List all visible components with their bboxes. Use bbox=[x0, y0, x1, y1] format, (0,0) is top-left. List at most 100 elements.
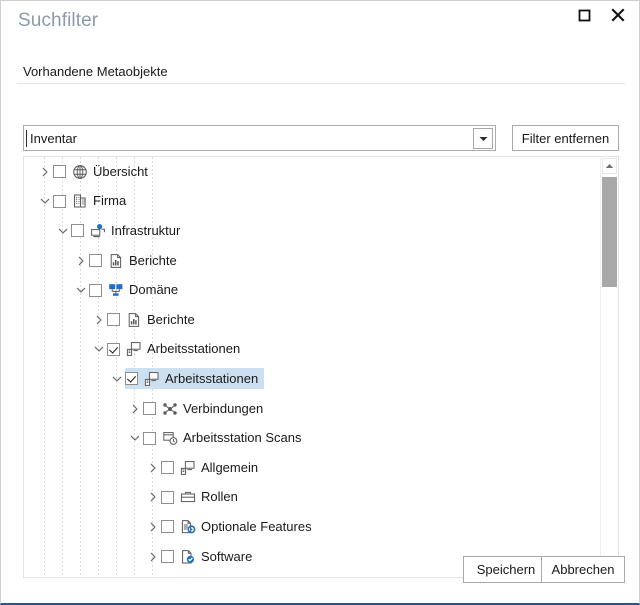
tree-row-checkbox[interactable] bbox=[143, 431, 156, 445]
dialog-title: Suchfilter bbox=[18, 10, 99, 31]
chevron-right-icon bbox=[150, 522, 156, 532]
metaobject-tree-panel: Übersicht Firma Infrastruktur Berichte Domän… bbox=[23, 156, 619, 578]
tree-row-label: Arbeitsstationen bbox=[147, 341, 241, 357]
tree-row-label: Berichte bbox=[129, 252, 177, 268]
tree-expander-collapsed[interactable] bbox=[36, 162, 53, 182]
tree-row-content[interactable]: Arbeitsstation Scans bbox=[143, 428, 308, 449]
domain-icon bbox=[107, 282, 124, 298]
workstation-icon bbox=[179, 460, 196, 476]
tree-row-content[interactable]: Domäne bbox=[89, 280, 184, 301]
maximize-button[interactable] bbox=[572, 4, 596, 26]
tree-row-label: Rollen bbox=[201, 489, 238, 505]
tree-row[interactable]: Rollen bbox=[24, 483, 601, 513]
chevron-right-icon bbox=[78, 256, 84, 265]
tree-expander-expanded[interactable] bbox=[126, 428, 143, 448]
tree-expander-collapsed[interactable] bbox=[144, 458, 161, 478]
triangle-up-icon bbox=[605, 164, 614, 168]
chevron-down-icon bbox=[94, 347, 103, 353]
search-filter-dialog: Suchfilter Vorhandene Metaobjekte Invent… bbox=[0, 0, 640, 605]
tree-row-checkbox[interactable] bbox=[161, 461, 174, 475]
tree-row-checkbox[interactable] bbox=[53, 165, 66, 179]
chevron-right-icon bbox=[96, 315, 102, 325]
tree-row[interactable]: Arbeitsstationen bbox=[24, 335, 601, 365]
tree-row-content[interactable]: Firma bbox=[53, 191, 132, 212]
tree-row-label: Allgemein bbox=[201, 459, 259, 475]
chevron-down-icon bbox=[40, 199, 49, 205]
tree-row[interactable]: Infrastruktur bbox=[24, 216, 601, 246]
tree-row-label: Domäne bbox=[129, 282, 179, 298]
tree-row[interactable]: Arbeitsstation Scans bbox=[24, 423, 601, 453]
title-bar: Suchfilter bbox=[1, 1, 639, 41]
tree-row-checkbox[interactable] bbox=[125, 372, 138, 386]
dialog-body: Vorhandene Metaobjekte Inventar Filter e… bbox=[1, 41, 639, 603]
tree-row-content[interactable]: Berichte bbox=[107, 309, 201, 330]
tree-row-content[interactable]: Übersicht bbox=[53, 161, 154, 182]
tree-row-content[interactable]: Verbindungen bbox=[143, 398, 269, 419]
tree-row[interactable]: Übersicht bbox=[24, 157, 601, 187]
building-icon bbox=[71, 193, 88, 209]
tree-expander-collapsed[interactable] bbox=[144, 517, 161, 537]
tree-expander-expanded[interactable] bbox=[108, 369, 125, 389]
tree-expander-expanded[interactable] bbox=[36, 191, 53, 211]
tree-vertical-scrollbar[interactable] bbox=[600, 157, 618, 577]
tree-expander-expanded[interactable] bbox=[72, 280, 89, 300]
filter-remove-button[interactable]: Filter entfernen bbox=[512, 125, 619, 151]
tree-row-content[interactable]: Rollen bbox=[161, 487, 244, 508]
tree-row-checkbox[interactable] bbox=[53, 194, 66, 208]
tree-row-checkbox[interactable] bbox=[143, 402, 156, 416]
globe-icon bbox=[71, 164, 88, 180]
tree-row-content[interactable]: Optionale Features bbox=[161, 516, 318, 537]
chevron-right-icon bbox=[150, 493, 156, 502]
tree-row[interactable]: Berichte bbox=[24, 246, 601, 276]
tree-row-checkbox[interactable] bbox=[161, 490, 174, 504]
tree-row-checkbox[interactable] bbox=[107, 313, 120, 327]
text-caret bbox=[26, 130, 27, 147]
report-icon bbox=[107, 253, 124, 269]
filter-row: Inventar Filter entfernen bbox=[23, 87, 619, 151]
group-label: Vorhandene Metaobjekte bbox=[23, 64, 174, 79]
tree-row-checkbox[interactable] bbox=[107, 342, 120, 356]
cancel-button[interactable]: Abbrechen bbox=[541, 556, 625, 583]
tree-row-content[interactable]: Arbeitsstationen bbox=[107, 339, 246, 360]
combo-dropdown-button[interactable] bbox=[473, 128, 493, 149]
connections-icon bbox=[161, 401, 178, 417]
close-button[interactable] bbox=[606, 4, 630, 26]
tree-row[interactable]: Berichte bbox=[24, 305, 601, 335]
chevron-right-icon bbox=[150, 463, 156, 473]
tree-expander-expanded[interactable] bbox=[90, 339, 107, 359]
tree-expander-collapsed[interactable] bbox=[126, 399, 143, 419]
tree-expander-collapsed[interactable] bbox=[90, 310, 107, 330]
tree-row-content[interactable]: Allgemein bbox=[161, 457, 264, 478]
tree-row-label: Firma bbox=[93, 193, 127, 209]
metaobject-combo[interactable]: Inventar bbox=[23, 125, 496, 151]
dialog-footer: Speichern Abbrechen bbox=[1, 537, 639, 603]
tree-row-label: Optionale Features bbox=[201, 518, 312, 534]
tree-row-content[interactable]: Infrastruktur bbox=[71, 220, 186, 241]
chevron-down-icon bbox=[76, 287, 85, 293]
tree-expander-collapsed[interactable] bbox=[144, 487, 161, 507]
tree-row-checkbox[interactable] bbox=[71, 224, 84, 238]
save-button[interactable]: Speichern bbox=[463, 556, 549, 583]
tree-row-checkbox[interactable] bbox=[89, 254, 102, 268]
tree-row-content[interactable]: Berichte bbox=[89, 250, 183, 271]
chevron-right-icon bbox=[42, 167, 48, 177]
features-icon bbox=[179, 519, 196, 535]
tree-row[interactable]: Verbindungen bbox=[24, 394, 601, 424]
chevron-down-icon bbox=[58, 228, 67, 234]
chevron-right-icon bbox=[132, 404, 138, 413]
tree-expander-expanded[interactable] bbox=[54, 221, 71, 241]
tree-row-content[interactable]: Arbeitsstationen bbox=[125, 368, 265, 390]
tree-row[interactable]: Allgemein bbox=[24, 453, 601, 483]
tree-row[interactable]: Firma bbox=[24, 187, 601, 217]
tree-scroll-area: Übersicht Firma Infrastruktur Berichte Domän… bbox=[24, 157, 601, 577]
scrollbar-thumb[interactable] bbox=[602, 177, 617, 287]
tree-row-checkbox[interactable] bbox=[89, 283, 102, 297]
tree-rows: Übersicht Firma Infrastruktur Berichte Domän… bbox=[24, 157, 601, 577]
tree-row[interactable]: Domäne bbox=[24, 275, 601, 305]
chevron-down-icon bbox=[130, 435, 139, 441]
tree-row[interactable]: Arbeitsstationen bbox=[24, 364, 601, 394]
scroll-up-button[interactable] bbox=[602, 158, 617, 174]
tree-row-checkbox[interactable] bbox=[161, 520, 174, 534]
workstation-icon bbox=[125, 341, 142, 357]
tree-expander-collapsed[interactable] bbox=[72, 251, 89, 271]
